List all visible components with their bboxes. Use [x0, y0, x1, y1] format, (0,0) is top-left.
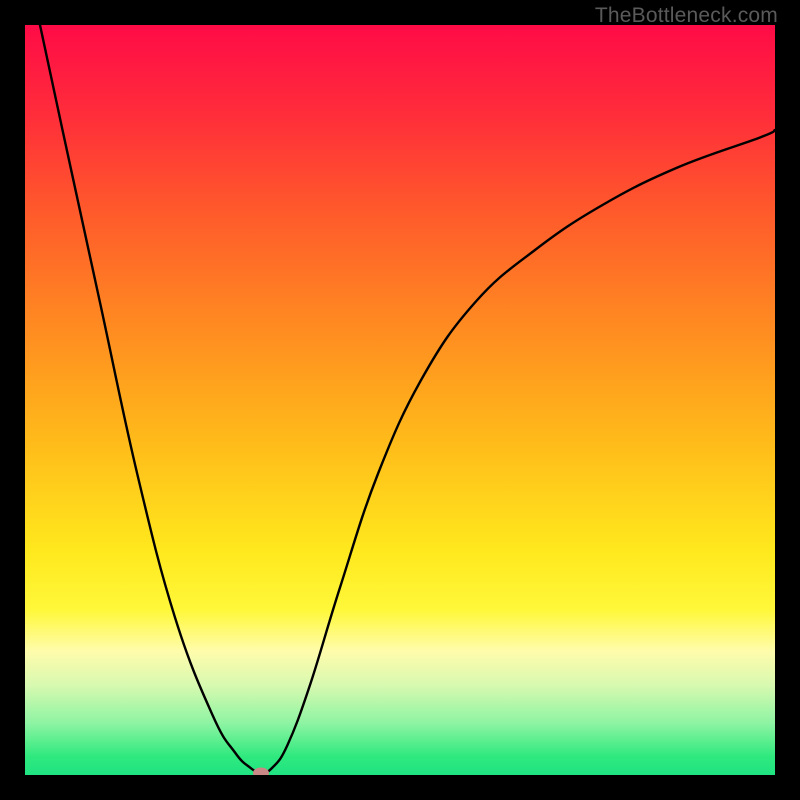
- bottleneck-curve: [25, 25, 775, 775]
- optimal-marker: [253, 767, 269, 775]
- chart-frame: TheBottleneck.com: [0, 0, 800, 800]
- watermark-label: TheBottleneck.com: [595, 4, 778, 28]
- plot-area: [25, 25, 775, 775]
